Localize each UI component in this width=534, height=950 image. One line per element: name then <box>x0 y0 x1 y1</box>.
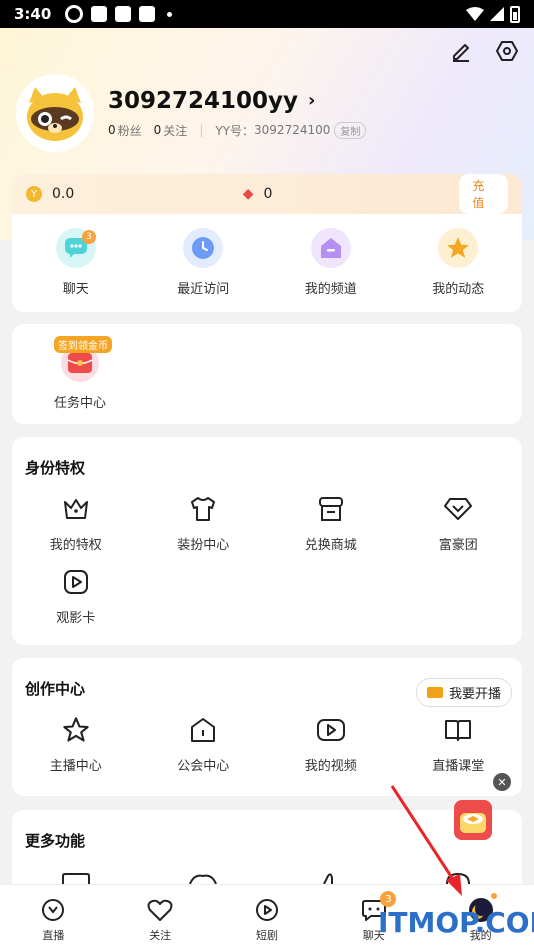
go-live-button[interactable]: 我要开播 <box>415 678 512 707</box>
grid-item-label: 直播课堂 <box>432 759 485 774</box>
grid-item-shop[interactable]: 兑换商城 <box>267 494 395 553</box>
grid-item-label: 我的特权 <box>49 538 102 553</box>
yy-id: 3092724100 <box>254 123 331 137</box>
gift-float-icon[interactable] <box>454 800 492 840</box>
quick-action-channel[interactable]: 我的频道 <box>267 228 395 297</box>
battery-icon <box>510 5 520 23</box>
notification-icon <box>115 6 132 22</box>
tab-label: 直播 <box>42 929 65 942</box>
creator-card: 创作中心 我要开播 主播中心 公会中心 我的视频 直播课堂 <box>12 658 522 796</box>
tab-label: 短剧 <box>255 929 278 942</box>
unread-badge: 3 <box>380 891 397 907</box>
task-label: 任务中心 <box>54 396 107 411</box>
username[interactable]: 3092724100yy <box>108 88 298 114</box>
fans-label[interactable]: 粉丝 <box>118 122 142 139</box>
status-time: 3:40 <box>14 5 52 23</box>
grid-item-label: 兑换商城 <box>304 538 357 553</box>
grid-item-label: 主播中心 <box>49 759 102 774</box>
grid-item-classroom[interactable]: 直播课堂 <box>395 715 523 774</box>
app-notification-icon <box>65 5 84 23</box>
fans-count: 0 <box>108 123 116 137</box>
grid-item-label: 富豪团 <box>438 538 478 553</box>
heart-icon <box>147 897 173 923</box>
follow-label[interactable]: 关注 <box>163 122 187 139</box>
grid-item-label: 观影卡 <box>56 611 96 626</box>
grid-item-label: 我的视频 <box>304 759 357 774</box>
tab-label: 关注 <box>149 929 172 942</box>
edit-icon[interactable] <box>448 38 474 64</box>
diamond-amount: 0 <box>263 186 273 202</box>
grid-item-label: 装扮中心 <box>177 538 230 553</box>
grid-item-guild[interactable]: 公会中心 <box>140 715 268 774</box>
tab-follow[interactable]: 关注 <box>107 885 214 950</box>
shop-icon <box>316 494 346 524</box>
quick-action-moments[interactable]: 我的动态 <box>395 228 523 297</box>
star-icon <box>438 228 479 268</box>
play-icon <box>254 897 280 923</box>
go-live-label: 我要开播 <box>448 687 501 702</box>
gem-icon: ◆ <box>242 186 254 202</box>
live-tab-icon <box>40 897 66 923</box>
follow-count: 0 <box>153 123 162 137</box>
grid-item-movie-card[interactable]: 观影卡 <box>12 567 140 626</box>
signal-icon <box>490 7 504 21</box>
tab-short-drama[interactable]: 短剧 <box>214 885 321 950</box>
recharge-button[interactable]: 充值 <box>459 174 508 214</box>
quick-action-label: 我的动态 <box>432 282 485 297</box>
quick-action-label: 最近访问 <box>177 282 230 297</box>
quick-action-label: 聊天 <box>62 282 89 297</box>
coin-amount: 0.0 <box>52 186 75 202</box>
crown-icon <box>61 494 91 524</box>
section-title: 身份特权 <box>25 459 86 477</box>
divider: | <box>199 123 204 137</box>
task-card: 签到领金币 任务中心 <box>12 324 522 424</box>
channel-icon <box>310 228 351 268</box>
notification-icon <box>139 6 156 22</box>
chevron-right-icon[interactable]: › <box>308 90 315 111</box>
notification-icon <box>91 6 108 22</box>
grid-item-anchor[interactable]: 主播中心 <box>12 715 140 774</box>
avatar[interactable] <box>18 76 92 150</box>
quick-action-label: 我的频道 <box>304 282 357 297</box>
notification-dot <box>491 893 498 899</box>
grid-item-videos[interactable]: 我的视频 <box>267 715 395 774</box>
quick-action-chat[interactable]: 3 聊天 <box>12 228 140 297</box>
play-card-icon <box>61 567 91 597</box>
identity-card: 身份特权 我的特权 装扮中心 兑换商城 富豪团 观影卡 <box>12 437 522 645</box>
video-icon <box>316 715 346 745</box>
star-outline-icon <box>61 715 91 745</box>
task-tag: 签到领金币 <box>54 336 112 353</box>
wifi-icon <box>466 7 484 21</box>
status-bar: 3:40 <box>0 0 534 28</box>
grid-item-label: 公会中心 <box>177 759 230 774</box>
shirt-icon <box>188 494 218 524</box>
settings-icon[interactable] <box>494 38 520 64</box>
grid-item-rich[interactable]: 富豪团 <box>395 494 523 553</box>
close-icon[interactable]: ✕ <box>493 773 511 791</box>
watermark: ITMOP.COM <box>378 906 534 939</box>
section-title: 更多功能 <box>25 832 86 850</box>
unread-badge: 3 <box>82 230 96 244</box>
task-center[interactable]: 签到领金币 任务中心 <box>54 336 112 411</box>
grid-item-dressup[interactable]: 装扮中心 <box>140 494 268 553</box>
coin-icon: Y <box>26 186 42 202</box>
quick-action-recent[interactable]: 最近访问 <box>140 228 268 297</box>
camera-icon <box>426 687 443 698</box>
grid-item-privilege[interactable]: 我的特权 <box>12 494 140 553</box>
house-icon <box>188 715 218 745</box>
copy-button[interactable]: 复制 <box>334 121 367 139</box>
more-notifications-icon <box>167 11 173 17</box>
yy-label: YY号： <box>215 123 255 138</box>
diamond-icon <box>443 494 473 524</box>
profile-header[interactable]: 3092724100yy › 0 粉丝 0 关注 | YY号： 30927241… <box>18 76 367 150</box>
book-icon <box>443 715 473 745</box>
wallet-card: Y 0.0 ◆ 0 充值 3 聊天 最近访问 我的频道 我的动态 <box>12 174 522 312</box>
coin-balance[interactable]: Y 0.0 <box>26 186 243 202</box>
diamond-balance[interactable]: ◆ 0 <box>243 186 460 202</box>
tab-live[interactable]: 直播 <box>0 885 107 950</box>
clock-icon <box>183 228 224 268</box>
